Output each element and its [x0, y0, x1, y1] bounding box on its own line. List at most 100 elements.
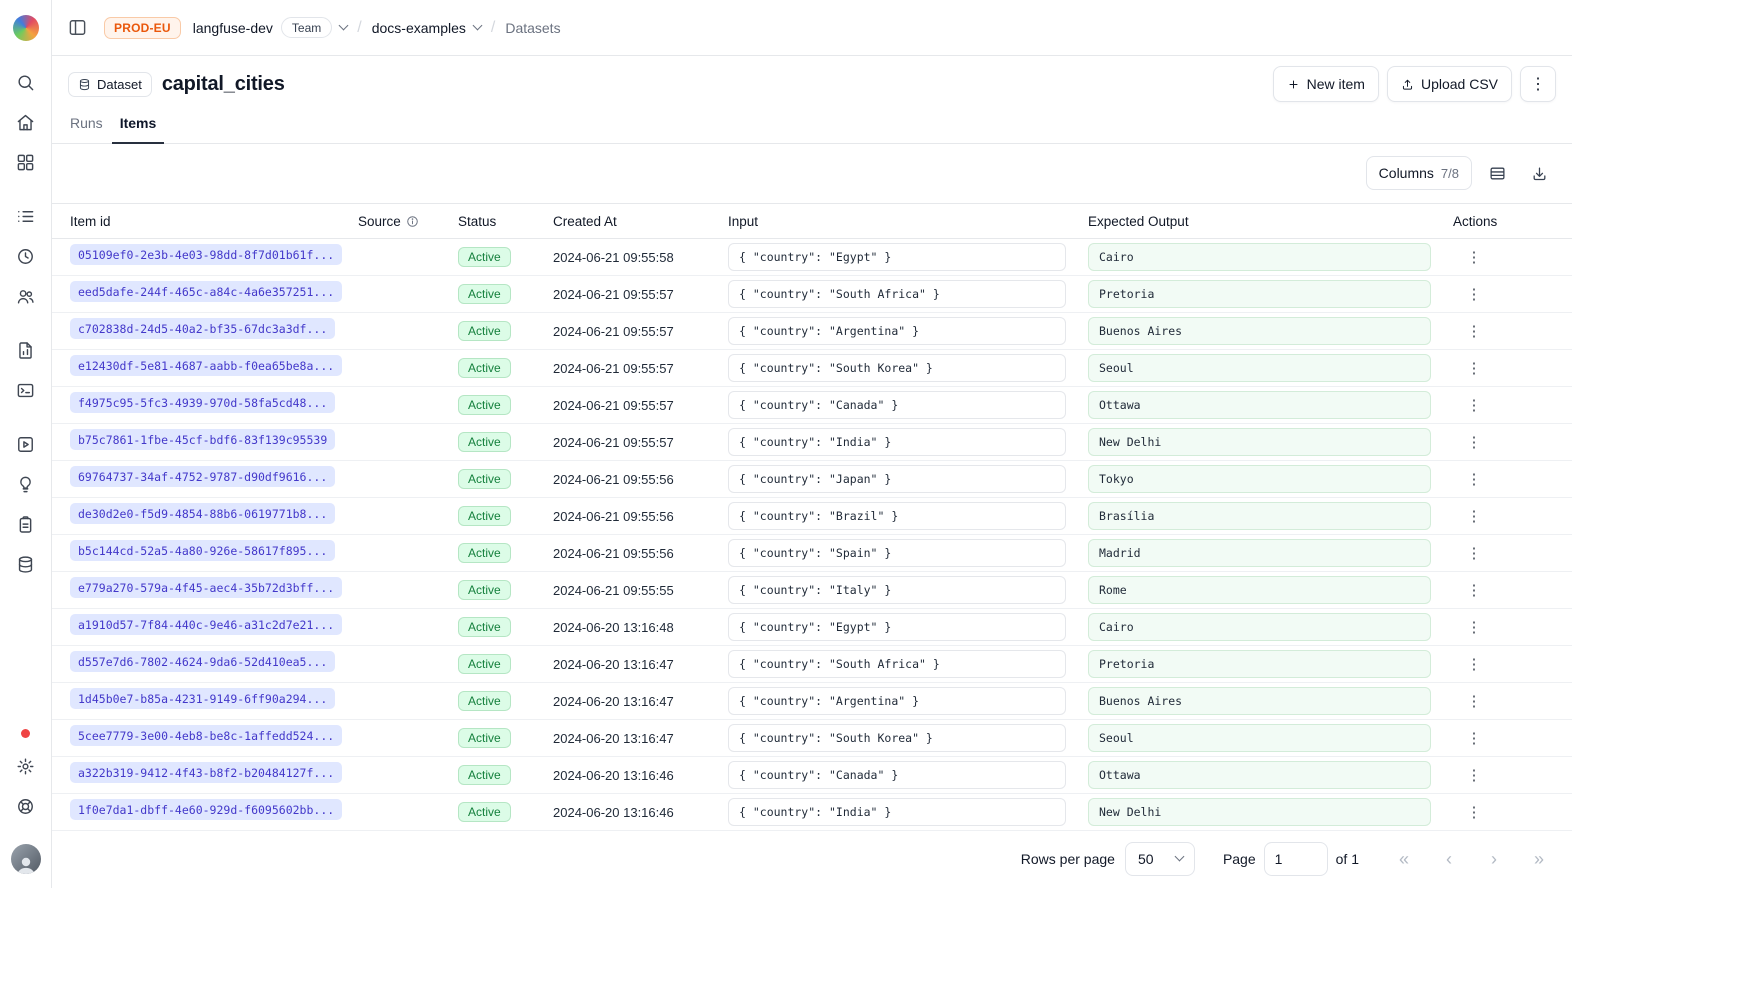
column-header-input[interactable]: Input [720, 214, 1080, 229]
item-id-link[interactable]: 1f0e7da1-dbff-4e60-929d-f6095602bb... [70, 799, 342, 820]
langfuse-logo-icon[interactable] [13, 15, 39, 41]
tab-runs[interactable]: Runs [62, 106, 111, 144]
expected-output-cell[interactable]: Pretoria [1088, 280, 1431, 308]
input-cell[interactable]: { "country": "Italy" } [728, 576, 1066, 604]
item-id-link[interactable]: de30d2e0-f5d9-4854-88b6-0619771b8... [70, 503, 335, 524]
upload-csv-button[interactable]: Upload CSV [1387, 66, 1512, 102]
expected-output-cell[interactable]: Buenos Aires [1088, 317, 1431, 345]
tab-items[interactable]: Items [112, 106, 165, 144]
item-id-link[interactable]: e779a270-579a-4f45-aec4-35b72d3bff... [70, 577, 342, 598]
input-cell[interactable]: { "country": "Argentina" } [728, 687, 1066, 715]
row-actions-icon[interactable]: ⋮ [1459, 612, 1489, 642]
input-cell[interactable]: { "country": "Japan" } [728, 465, 1066, 493]
prev-page-icon[interactable]: ‹ [1432, 842, 1466, 876]
item-id-link[interactable]: 69764737-34af-4752-9787-d90df9616... [70, 466, 335, 487]
item-id-link[interactable]: b75c7861-1fbe-45cf-bdf6-83f139c95539 [70, 429, 335, 450]
last-page-icon[interactable]: » [1522, 842, 1556, 876]
datasets-icon[interactable] [12, 550, 40, 578]
input-cell[interactable]: { "country": "Canada" } [728, 391, 1066, 419]
column-header-status[interactable]: Status [450, 214, 545, 229]
row-actions-icon[interactable]: ⋮ [1459, 649, 1489, 679]
input-cell[interactable]: { "country": "Spain" } [728, 539, 1066, 567]
expected-output-cell[interactable]: Brasília [1088, 502, 1431, 530]
prompts-icon[interactable] [12, 376, 40, 404]
expected-output-cell[interactable]: Pretoria [1088, 650, 1431, 678]
project-switcher[interactable]: docs-examples [372, 20, 481, 36]
expected-output-cell[interactable]: Seoul [1088, 354, 1431, 382]
input-cell[interactable]: { "country": "Argentina" } [728, 317, 1066, 345]
item-id-link[interactable]: 05109ef0-2e3b-4e03-98dd-8f7d01b61f... [70, 244, 342, 265]
user-avatar[interactable] [11, 844, 41, 874]
expected-output-cell[interactable]: New Delhi [1088, 798, 1431, 826]
expected-output-cell[interactable]: Rome [1088, 576, 1431, 604]
rows-per-page-select[interactable]: 50 [1125, 842, 1195, 876]
expected-output-cell[interactable]: New Delhi [1088, 428, 1431, 456]
expected-output-cell[interactable]: Cairo [1088, 613, 1431, 641]
home-icon[interactable] [12, 108, 40, 136]
input-cell[interactable]: { "country": "Brazil" } [728, 502, 1066, 530]
judge-icon[interactable] [12, 510, 40, 538]
more-actions-button[interactable]: ⋮ [1520, 66, 1556, 102]
dashboards-icon[interactable] [12, 148, 40, 176]
evaluation-icon[interactable] [12, 470, 40, 498]
row-actions-icon[interactable]: ⋮ [1459, 760, 1489, 790]
env-badge[interactable]: PROD-EU [104, 17, 181, 39]
breadcrumb-section[interactable]: Datasets [505, 20, 560, 36]
input-cell[interactable]: { "country": "South Korea" } [728, 354, 1066, 382]
item-id-link[interactable]: c702838d-24d5-40a2-bf35-67dc3a3df... [70, 318, 335, 339]
input-cell[interactable]: { "country": "Canada" } [728, 761, 1066, 789]
column-header-expected-output[interactable]: Expected Output [1080, 214, 1445, 229]
row-actions-icon[interactable]: ⋮ [1459, 390, 1489, 420]
expected-output-cell[interactable]: Buenos Aires [1088, 687, 1431, 715]
search-icon[interactable] [12, 68, 40, 96]
expected-output-cell[interactable]: Tokyo [1088, 465, 1431, 493]
column-header-created-at[interactable]: Created At [545, 214, 720, 229]
org-switcher[interactable]: langfuse-dev Team [193, 17, 348, 38]
expected-output-cell[interactable]: Ottawa [1088, 391, 1431, 419]
item-id-link[interactable]: e12430df-5e81-4687-aabb-f0ea65be8a... [70, 355, 342, 376]
input-cell[interactable]: { "country": "Egypt" } [728, 243, 1066, 271]
row-actions-icon[interactable]: ⋮ [1459, 723, 1489, 753]
row-actions-icon[interactable]: ⋮ [1459, 464, 1489, 494]
expected-output-cell[interactable]: Cairo [1088, 243, 1431, 271]
row-actions-icon[interactable]: ⋮ [1459, 279, 1489, 309]
input-cell[interactable]: { "country": "South Korea" } [728, 724, 1066, 752]
row-actions-icon[interactable]: ⋮ [1459, 353, 1489, 383]
item-id-link[interactable]: eed5dafe-244f-465c-a84c-4a6e357251... [70, 281, 342, 302]
expected-output-cell[interactable]: Ottawa [1088, 761, 1431, 789]
sidebar-toggle-icon[interactable] [60, 11, 94, 45]
support-icon[interactable] [12, 792, 40, 820]
next-page-icon[interactable]: › [1477, 842, 1511, 876]
item-id-link[interactable]: a1910d57-7f84-440c-9e46-a31c2d7e21... [70, 614, 342, 635]
scores-icon[interactable] [12, 336, 40, 364]
tracing-icon[interactable] [12, 202, 40, 230]
download-icon[interactable] [1522, 156, 1556, 190]
new-item-button[interactable]: New item [1273, 66, 1379, 102]
item-id-link[interactable]: f4975c95-5fc3-4939-970d-58fa5cd48... [70, 392, 335, 413]
first-page-icon[interactable]: « [1387, 842, 1421, 876]
row-actions-icon[interactable]: ⋮ [1459, 575, 1489, 605]
page-number-input[interactable] [1264, 842, 1328, 876]
row-actions-icon[interactable]: ⋮ [1459, 538, 1489, 568]
item-id-link[interactable]: b5c144cd-52a5-4a80-926e-58617f895... [70, 540, 335, 561]
row-actions-icon[interactable]: ⋮ [1459, 686, 1489, 716]
row-actions-icon[interactable]: ⋮ [1459, 316, 1489, 346]
expected-output-cell[interactable]: Seoul [1088, 724, 1431, 752]
row-actions-icon[interactable]: ⋮ [1459, 242, 1489, 272]
columns-button[interactable]: Columns 7/8 [1366, 156, 1472, 190]
row-height-icon[interactable] [1480, 156, 1514, 190]
item-id-link[interactable]: 1d45b0e7-b85a-4231-9149-6ff90a294... [70, 688, 335, 709]
input-cell[interactable]: { "country": "South Africa" } [728, 650, 1066, 678]
input-cell[interactable]: { "country": "South Africa" } [728, 280, 1066, 308]
item-id-link[interactable]: d557e7d6-7802-4624-9da6-52d410ea5... [70, 651, 335, 672]
users-icon[interactable] [12, 282, 40, 310]
settings-icon[interactable] [12, 752, 40, 780]
input-cell[interactable]: { "country": "Egypt" } [728, 613, 1066, 641]
column-header-source[interactable]: Source [350, 214, 450, 229]
item-id-link[interactable]: a322b319-9412-4f43-b8f2-b20484127f... [70, 762, 342, 783]
row-actions-icon[interactable]: ⋮ [1459, 797, 1489, 827]
sessions-icon[interactable] [12, 242, 40, 270]
input-cell[interactable]: { "country": "India" } [728, 798, 1066, 826]
item-id-link[interactable]: 5cee7779-3e00-4eb8-be8c-1affedd524... [70, 725, 342, 746]
row-actions-icon[interactable]: ⋮ [1459, 427, 1489, 457]
